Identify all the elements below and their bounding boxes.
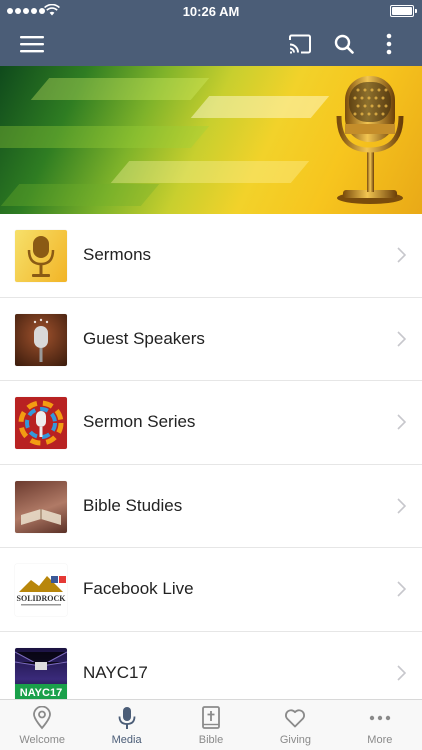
tab-media[interactable]: Media — [84, 700, 168, 750]
chevron-right-icon — [397, 414, 406, 430]
bible-icon — [202, 706, 220, 729]
chevron-right-icon — [397, 581, 406, 597]
colorful-microphone-thumbnail — [15, 397, 67, 449]
list-item-guest-speakers[interactable]: Guest Speakers — [0, 297, 422, 381]
list-item-label: Facebook Live — [83, 579, 194, 599]
hamburger-menu-icon — [20, 36, 44, 53]
open-bible-thumbnail — [15, 480, 67, 533]
list-item-bible-studies[interactable]: Bible Studies — [0, 464, 422, 548]
nayc17-thumbnail: NAYC17 — [15, 647, 67, 700]
tab-welcome[interactable]: Welcome — [0, 700, 84, 750]
vintage-microphone-thumbnail — [15, 313, 67, 366]
search-button[interactable] — [322, 22, 366, 66]
overflow-menu-button[interactable] — [367, 22, 411, 66]
status-time: 10:26 AM — [182, 4, 240, 19]
location-pin-icon — [33, 706, 52, 730]
tab-bar: Welcome Media Bible Giving More — [0, 699, 422, 750]
media-list: Sermons Guest Speakers Sermon Series Bib… — [0, 214, 422, 715]
list-item-label: Guest Speakers — [83, 328, 205, 348]
microphone-icon — [118, 707, 136, 729]
chevron-right-icon — [397, 498, 406, 514]
tab-label: More — [367, 734, 393, 746]
chevron-right-icon — [397, 331, 406, 347]
list-item-sermons[interactable]: Sermons — [0, 214, 422, 298]
tab-label: Bible — [198, 734, 224, 746]
list-item-facebook-live[interactable]: SOLIDROCK Facebook Live — [0, 548, 422, 632]
tab-label: Media — [111, 734, 142, 746]
list-item-label: Sermon Series — [83, 412, 196, 432]
navigation-bar — [0, 22, 422, 66]
tab-bible[interactable]: Bible — [169, 700, 253, 750]
svg-text:NAYC17: NAYC17 — [20, 687, 62, 699]
solid-rock-logo-thumbnail: SOLIDROCK — [15, 564, 67, 616]
list-item-label: NAYC17 — [83, 662, 148, 682]
tab-more[interactable]: More — [338, 700, 422, 750]
battery-icon — [390, 5, 417, 17]
cast-button[interactable] — [278, 22, 322, 66]
status-bar: 10:26 AM — [0, 0, 422, 22]
tab-label: Welcome — [19, 734, 66, 746]
golden-microphone-thumbnail — [15, 230, 67, 282]
list-item-label: Bible Studies — [83, 495, 183, 515]
tab-giving[interactable]: Giving — [253, 700, 337, 750]
search-icon — [334, 34, 354, 54]
heart-icon — [285, 709, 306, 728]
tab-label: Giving — [279, 734, 312, 746]
svg-text:SOLIDROCK: SOLIDROCK — [17, 594, 67, 603]
golden-microphone-image — [336, 76, 404, 204]
list-item-sermon-series[interactable]: Sermon Series — [0, 381, 422, 465]
chevron-right-icon — [397, 665, 406, 681]
menu-button[interactable] — [10, 22, 54, 66]
hero-banner — [0, 66, 422, 214]
more-horizontal-icon — [369, 715, 391, 721]
list-item-label: Sermons — [83, 245, 152, 265]
chevron-right-icon — [397, 247, 406, 263]
more-vertical-icon — [386, 33, 392, 55]
cast-icon — [289, 34, 311, 54]
